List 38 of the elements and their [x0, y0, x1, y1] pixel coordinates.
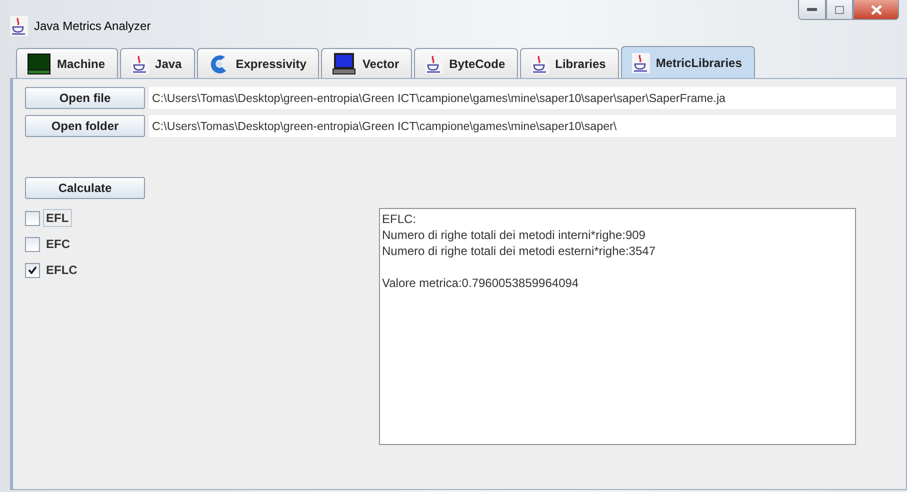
coffee-cup-icon — [425, 54, 444, 74]
open-folder-button[interactable]: Open folder — [25, 115, 145, 137]
coffee-cup-icon — [10, 16, 28, 36]
checkbox-label: EFC — [45, 236, 71, 253]
coffee-cup-icon — [131, 54, 150, 74]
computer-icon — [332, 52, 356, 74]
tab[interactable]: Machine — [16, 48, 118, 78]
window-title: Java Metrics Analyzer — [34, 19, 152, 33]
close-button[interactable] — [853, 0, 899, 20]
monitor-icon — [27, 52, 51, 74]
tab[interactable]: ByteCode — [414, 48, 518, 78]
minimize-icon — [807, 8, 817, 12]
tab[interactable]: Java — [120, 48, 195, 78]
output-text-area[interactable]: EFLC: Numero di righe totali dei metodi interni*righe:909 Numero di righe totali dei metodi esterni*righe:3547 Valore metrica:0.7960053859964094 — [379, 208, 856, 445]
open-file-button[interactable]: Open file — [25, 87, 145, 109]
checkmark-icon — [28, 266, 37, 274]
close-icon — [870, 4, 882, 14]
checkbox[interactable] — [25, 236, 40, 252]
checkbox-label: EFL — [43, 209, 72, 227]
output-line: Numero di righe totali dei metodi interni*righe:909 — [382, 227, 646, 243]
minimize-button[interactable] — [798, 0, 826, 20]
checkbox-label: EFLC — [45, 262, 78, 279]
maximize-button[interactable] — [826, 0, 853, 20]
output-line: EFLC: — [382, 211, 418, 227]
output-line: Valore metrica:0.7960053859964094 — [382, 275, 580, 291]
output-line: Numero di righe totali dei metodi esterni*righe:3547 — [382, 243, 656, 259]
checkbox[interactable] — [25, 262, 40, 278]
coffee-cup-icon — [531, 54, 550, 74]
coffee-cup-icon — [632, 52, 650, 72]
tab[interactable]: Libraries — [520, 48, 619, 78]
tab[interactable]: MetricLibraries — [620, 46, 755, 78]
tab[interactable]: Vector — [321, 48, 412, 78]
checkbox[interactable] — [25, 210, 40, 226]
folder-path-field[interactable]: C:\Users\Tomas\Desktop\green-entropia\Green ICT\campione\games\mine\saper10\saper\ — [149, 115, 896, 137]
tab[interactable]: Expressivity — [196, 48, 320, 78]
calculate-button[interactable]: Calculate — [25, 177, 145, 199]
file-path-field[interactable]: C:\Users\Tomas\Desktop\green-entropia\Green ICT\campione\games\mine\saper10\saper\saper\SaperFrame.ja — [149, 87, 896, 109]
maximize-icon — [835, 6, 844, 14]
